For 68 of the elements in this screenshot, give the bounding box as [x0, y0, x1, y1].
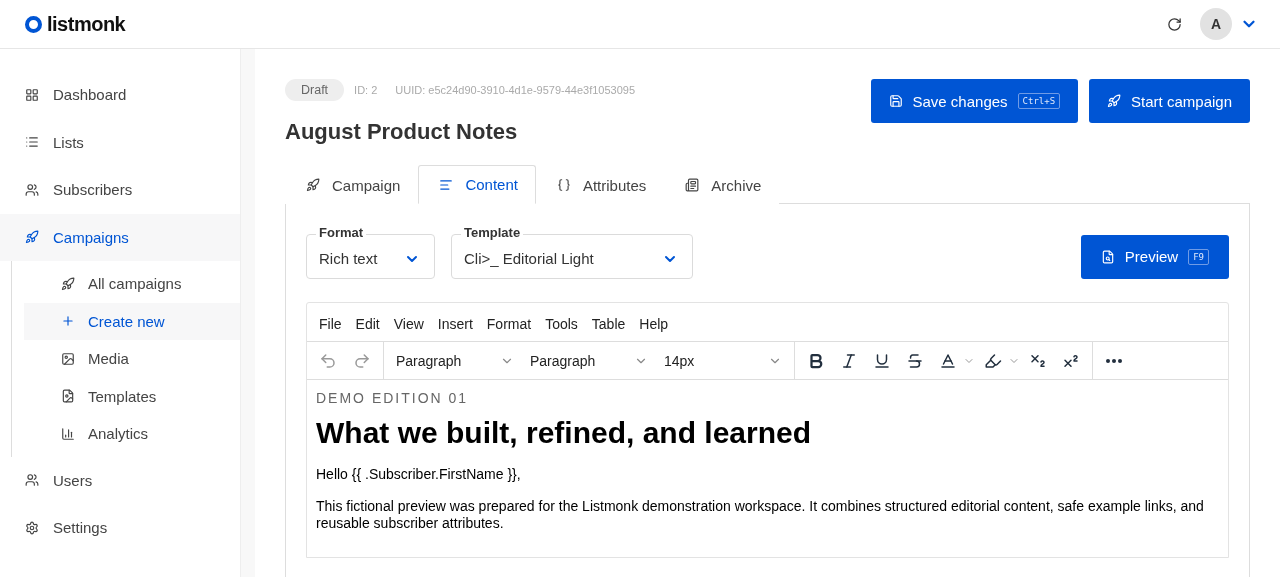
text-color-icon: [939, 351, 957, 370]
italic-icon: [840, 351, 858, 370]
rocket-icon: [25, 230, 39, 245]
rocket-icon: [61, 276, 75, 291]
paragraph-text: This fictional preview was prepared for the Listmonk demonstration workspace. It combines structured editorial content, safe example links, and reusable subscriber attributes.: [316, 497, 1205, 533]
logo[interactable]: listmonk: [25, 12, 126, 36]
settings-icon: [25, 520, 39, 535]
format-dropdown[interactable]: Paragraph: [390, 344, 520, 377]
menu-item[interactable]: Format: [480, 316, 538, 332]
highlighter-icon: [984, 351, 1002, 370]
field-label: Template: [461, 225, 524, 240]
shortcut-hint: Ctrl+S: [1017, 93, 1061, 109]
sidebar-item[interactable]: Dashboard: [0, 71, 240, 119]
avatar[interactable]: A: [1200, 8, 1232, 40]
rocket-icon: [1107, 94, 1122, 108]
menu-item[interactable]: Help: [633, 316, 675, 332]
campaign-id: ID: 2: [354, 84, 378, 96]
strikethrough-icon: [906, 351, 924, 370]
file-image-icon: [61, 389, 75, 404]
bold-icon: [807, 351, 825, 370]
menu-item[interactable]: Edit: [349, 316, 386, 332]
people-icon: [25, 473, 39, 488]
menu-item[interactable]: Tools: [539, 316, 584, 332]
menu-item[interactable]: View: [387, 316, 430, 332]
sidebar-item[interactable]: Users: [0, 456, 240, 504]
image-icon: [61, 351, 75, 366]
sidebar-subitem[interactable]: Analytics: [24, 415, 240, 453]
list-icon: [25, 135, 39, 150]
redo-icon: [353, 351, 371, 370]
save-button[interactable]: Save changes Ctrl+S: [870, 79, 1079, 123]
format-dropdown[interactable]: Paragraph: [524, 344, 654, 377]
start-campaign-button[interactable]: Start campaign: [1089, 79, 1250, 123]
status-tag: Draft: [285, 79, 345, 101]
menu-item[interactable]: Table: [585, 316, 632, 332]
menu-item[interactable]: Insert: [431, 316, 479, 332]
people-icon: [25, 182, 39, 197]
undo-icon: [319, 351, 337, 370]
grid-icon: [25, 87, 39, 102]
shortcut-hint: F9: [1188, 248, 1209, 265]
file-search-icon: [1100, 249, 1115, 264]
eyebrow-text: DEMO EDITION 01: [316, 390, 470, 406]
greeting-text: Hello {{ .Subscriber.FirstName }},: [316, 466, 522, 484]
campaign-title: August Product Notes: [285, 119, 519, 145]
refresh-icon: [1167, 16, 1182, 32]
save-icon: [888, 94, 903, 108]
sidebar-subitem[interactable]: Templates: [24, 377, 240, 415]
content-heading: What we built, refined, and learned: [316, 416, 813, 450]
rocket-icon: [306, 178, 320, 192]
sidebar-subitem[interactable]: All campaigns: [24, 265, 240, 303]
sidebar-item[interactable]: Lists: [0, 118, 240, 166]
lines-icon: [439, 177, 454, 192]
tab[interactable]: Content: [418, 165, 536, 204]
sidebar-item[interactable]: Settings: [0, 504, 240, 552]
sidebar-subitem[interactable]: Media: [24, 340, 240, 378]
sidebar-subitem[interactable]: Create new: [24, 302, 240, 340]
preview-button[interactable]: Preview F9: [1080, 234, 1229, 279]
campaign-uuid: UUID: e5c24d90-3910-4d1e-9579-44e3f1053095: [395, 84, 636, 96]
format-dropdown[interactable]: 14px: [658, 344, 788, 377]
field-label: Format: [316, 225, 367, 240]
sidebar-item[interactable]: Subscribers: [0, 166, 240, 214]
braces-icon: [556, 178, 571, 192]
newspaper-icon: [685, 178, 700, 192]
underline-icon: [873, 351, 891, 370]
sidebar-item[interactable]: Campaigns: [0, 213, 240, 261]
bar-chart-icon: [61, 426, 75, 441]
menu-item[interactable]: File: [313, 316, 348, 332]
more-icon: [1106, 358, 1122, 363]
plus-icon: [61, 314, 75, 329]
